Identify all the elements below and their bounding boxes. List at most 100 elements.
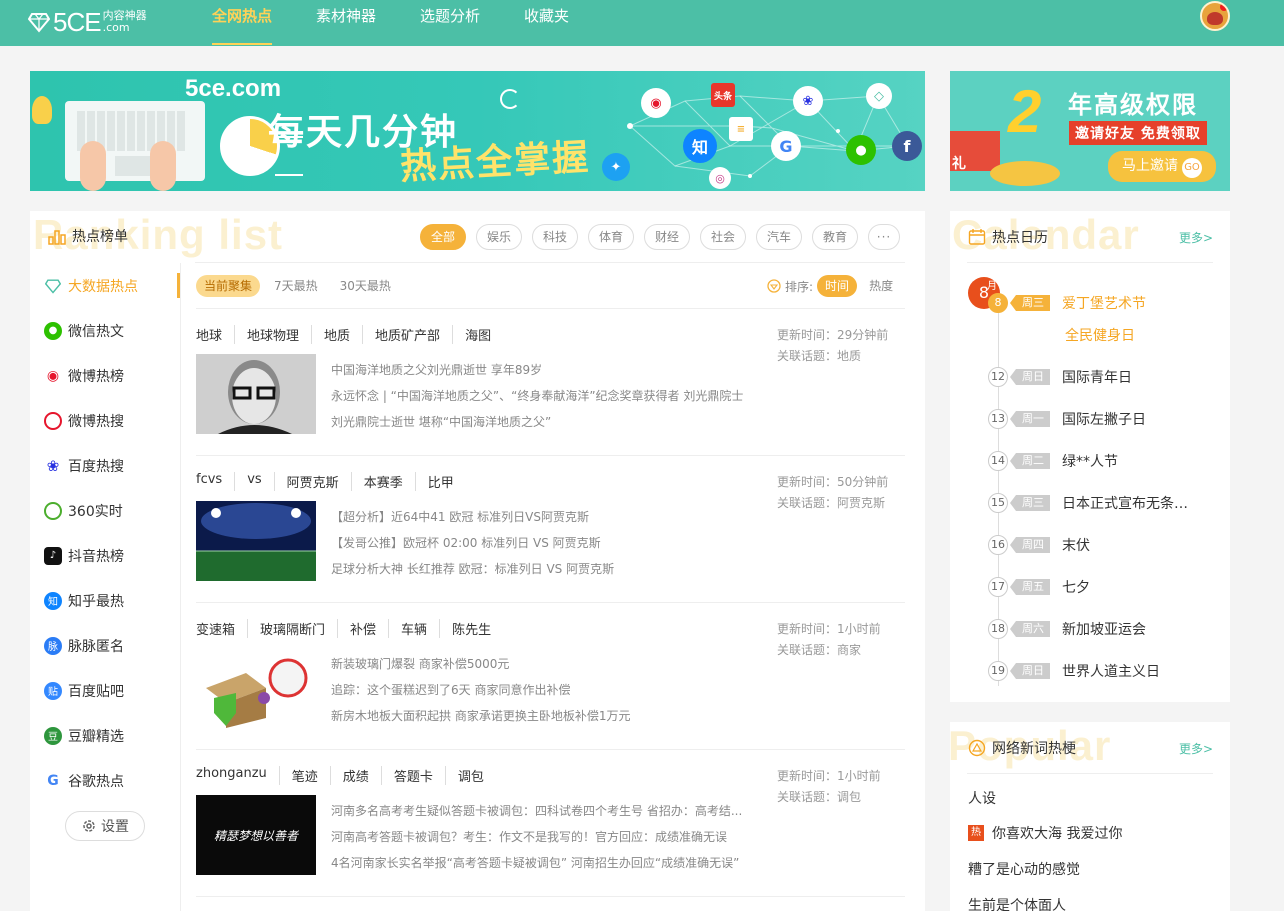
sidebar-item-360[interactable]: 360实时 — [30, 488, 180, 533]
calendar-row[interactable]: 8 周三 爱丁堡艺术节 — [988, 290, 1218, 316]
category-finance[interactable]: 财经 — [644, 224, 690, 250]
news-headline[interactable]: 追踪：这个蛋糕迟到了6天 商家同意作出补偿 — [331, 677, 630, 703]
calendar-event[interactable]: 国际左撇子日 — [1062, 409, 1146, 429]
keyword-tag[interactable]: 比甲 — [415, 472, 466, 491]
calendar-more-link[interactable]: 更多> — [1179, 229, 1213, 246]
category-auto[interactable]: 汽车 — [756, 224, 802, 250]
calendar-row[interactable]: 13 周一 国际左撇子日 — [988, 406, 1218, 432]
keyword-tag[interactable]: fcvs — [196, 472, 234, 491]
keyword-tag[interactable]: vs — [234, 472, 273, 491]
category-all[interactable]: 全部 — [420, 224, 466, 250]
category-entertainment[interactable]: 娱乐 — [476, 224, 522, 250]
avatar[interactable] — [1200, 1, 1230, 31]
news-headline[interactable]: 【超分析】近64中41 欧冠 标准列日VS阿贾克斯 — [331, 504, 614, 530]
nav-material-tools[interactable]: 素材神器 — [300, 0, 392, 46]
keyword-tag[interactable]: 成绩 — [330, 766, 381, 785]
calendar-row[interactable]: 14 周二 绿**人节 — [988, 448, 1218, 474]
keyword-tag[interactable]: 地球物理 — [234, 325, 311, 344]
keyword-tag[interactable]: 调包 — [445, 766, 496, 785]
keyword-tag[interactable]: 本赛季 — [351, 472, 415, 491]
keyword-tag[interactable]: 笔迹 — [279, 766, 330, 785]
keyword-tag[interactable]: 阿贾克斯 — [274, 472, 351, 491]
calendar-row[interactable]: 18 周六 新加坡亚运会 — [988, 616, 1218, 642]
sidebar-item-zhihu[interactable]: 知 知乎最热 — [30, 578, 180, 623]
tab-30-days[interactable]: 30天最热 — [332, 275, 399, 297]
calendar-event[interactable]: 绿**人节 — [1062, 451, 1118, 471]
keyword-tag[interactable]: zhonganzu — [196, 766, 279, 785]
news-headline[interactable]: 【发哥公推】欧冠杯 02:00 标准列日 VS 阿贾克斯 — [331, 530, 614, 556]
news-thumbnail[interactable] — [196, 648, 316, 728]
category-more-button[interactable]: ··· — [868, 224, 900, 250]
nav-hot-topics[interactable]: 全网热点 — [196, 0, 288, 46]
calendar-row-extra[interactable]: 全民健身日 — [1053, 322, 1283, 348]
tab-7-days[interactable]: 7天最热 — [266, 275, 326, 297]
sidebar-item-wechat[interactable]: ● 微信热文 — [30, 308, 180, 353]
keyword-tag[interactable]: 海图 — [452, 325, 503, 344]
news-item[interactable]: fcvs vs 阿贾克斯 本赛季 比甲 【超分析】近64中41 欧冠 标准列日V… — [196, 456, 905, 603]
category-society[interactable]: 社会 — [700, 224, 746, 250]
popular-item[interactable]: 生前是个体面人 — [968, 895, 1066, 911]
calendar-row[interactable]: 16 周四 末伏 — [988, 532, 1218, 558]
news-headline[interactable]: 河南高考答题卡被调包？考生：作文不是我写的！官方回应：成绩准确无误 — [331, 824, 742, 850]
tab-current[interactable]: 当前聚集 — [196, 275, 260, 297]
news-item[interactable]: zhonganzu 笔迹 成绩 答题卡 调包 精瑟梦想以善者 河南多名高考考生疑… — [196, 750, 905, 897]
sidebar-item-baidu[interactable]: ❀ 百度热搜 — [30, 443, 180, 488]
sidebar-item-bigdata[interactable]: 大数据热点 — [30, 263, 180, 308]
calendar-event[interactable]: 全民健身日 — [1065, 325, 1135, 345]
sidebar-item-tieba[interactable]: 贴 百度贴吧 — [30, 668, 180, 713]
calendar-event[interactable]: 日本正式宣布无条件投... — [1062, 493, 1192, 513]
calendar-event[interactable]: 七夕 — [1062, 577, 1090, 597]
news-headline[interactable]: 足球分析大神 长红推荐 欧冠：标准列日 VS 阿贾克斯 — [331, 556, 614, 582]
category-tech[interactable]: 科技 — [532, 224, 578, 250]
popular-more-link[interactable]: 更多> — [1179, 740, 1213, 757]
news-headline[interactable]: 新房木地板大面积起拱 商家承诺更换主卧地板补偿1万元 — [331, 703, 630, 729]
news-thumbnail[interactable] — [196, 501, 316, 581]
calendar-row[interactable]: 17 周五 七夕 — [988, 574, 1218, 600]
keyword-tag[interactable]: 变速箱 — [196, 619, 247, 638]
keyword-tag[interactable]: 答题卡 — [381, 766, 445, 785]
calendar-event[interactable]: 末伏 — [1062, 535, 1090, 555]
sort-by-time[interactable]: 时间 — [817, 275, 857, 297]
news-headline[interactable]: 新装玻璃门爆裂 商家补偿5000元 — [331, 651, 630, 677]
promo-banner-main[interactable]: 5ce.com 每天几分钟 热点全掌握 ◉ 头条 ❀ ◇ ≡ 知 G ● f ✦… — [30, 71, 925, 191]
news-headline[interactable]: 永远怀念 | “中国海洋地质之父”、“终身奉献海洋”纪念奖章获得者 刘光鼎院士 — [331, 383, 743, 409]
calendar-event[interactable]: 爱丁堡艺术节 — [1062, 293, 1146, 313]
calendar-row[interactable]: 19 周日 世界人道主义日 — [988, 658, 1218, 684]
news-headline[interactable]: 刘光鼎院士逝世 堪称“中国海洋地质之父” — [331, 409, 743, 435]
sidebar-item-weibo-hot[interactable]: ◉ 微博热榜 — [30, 353, 180, 398]
keyword-tag[interactable]: 地质矿产部 — [362, 325, 452, 344]
popular-item[interactable]: 热 你喜欢大海 我爱过你 — [968, 823, 1122, 843]
news-headline[interactable]: 河南多名高考考生疑似答题卡被调包：四科试卷四个考生号 省招办：高考结... — [331, 798, 742, 824]
sidebar-item-google[interactable]: G 谷歌热点 — [30, 758, 180, 803]
news-headline[interactable]: 4名河南家长实名举报“高考答题卡疑被调包” 河南招生办回应“成绩准确无误” — [331, 850, 742, 876]
sidebar-item-weibo-search[interactable]: 微博热搜 — [30, 398, 180, 443]
news-headline[interactable]: 中国海洋地质之父刘光鼎逝世 享年89岁 — [331, 357, 743, 383]
nav-topic-analysis[interactable]: 选题分析 — [404, 0, 496, 46]
invite-now-button[interactable]: 马上邀请GO — [1108, 151, 1216, 182]
keyword-tag[interactable]: 地球 — [196, 325, 234, 344]
popular-item[interactable]: 人设 — [968, 788, 996, 808]
sidebar-item-maimai[interactable]: 脉 脉脉匿名 — [30, 623, 180, 668]
nav-favorites[interactable]: 收藏夹 — [508, 0, 585, 46]
category-sports[interactable]: 体育 — [588, 224, 634, 250]
calendar-event[interactable]: 国际青年日 — [1062, 367, 1132, 387]
promo-banner-invite[interactable]: 礼 2 年高级权限 邀请好友 免费领取 马上邀请GO — [950, 71, 1230, 191]
keyword-tag[interactable]: 玻璃隔断门 — [247, 619, 337, 638]
calendar-row[interactable]: 15 周三 日本正式宣布无条件投... — [988, 490, 1218, 516]
calendar-event[interactable]: 新加坡亚运会 — [1062, 619, 1146, 639]
keyword-tag[interactable]: 陈先生 — [439, 619, 503, 638]
news-item[interactable]: 地球 地球物理 地质 地质矿产部 海图 中国海洋地质之父刘光鼎逝世 享年89岁 … — [196, 309, 905, 456]
category-education[interactable]: 教育 — [812, 224, 858, 250]
news-item[interactable]: 变速箱 玻璃隔断门 补偿 车辆 陈先生 新装玻璃门爆裂 商家补偿5000元 追踪… — [196, 603, 905, 750]
sidebar-item-douban[interactable]: 豆 豆瓣精选 — [30, 713, 180, 758]
keyword-tag[interactable]: 补偿 — [337, 619, 388, 638]
logo[interactable]: 5CE 内容神器 .com — [28, 2, 147, 42]
news-thumbnail[interactable]: 精瑟梦想以善者 — [196, 795, 316, 875]
calendar-event[interactable]: 世界人道主义日 — [1062, 661, 1160, 681]
sidebar-item-douyin[interactable]: ♪ 抖音热榜 — [30, 533, 180, 578]
news-thumbnail[interactable] — [196, 354, 316, 434]
calendar-row[interactable]: 12 周日 国际青年日 — [988, 364, 1218, 390]
keyword-tag[interactable]: 地质 — [311, 325, 362, 344]
sort-by-heat[interactable]: 热度 — [861, 275, 901, 297]
keyword-tag[interactable]: 车辆 — [388, 619, 439, 638]
